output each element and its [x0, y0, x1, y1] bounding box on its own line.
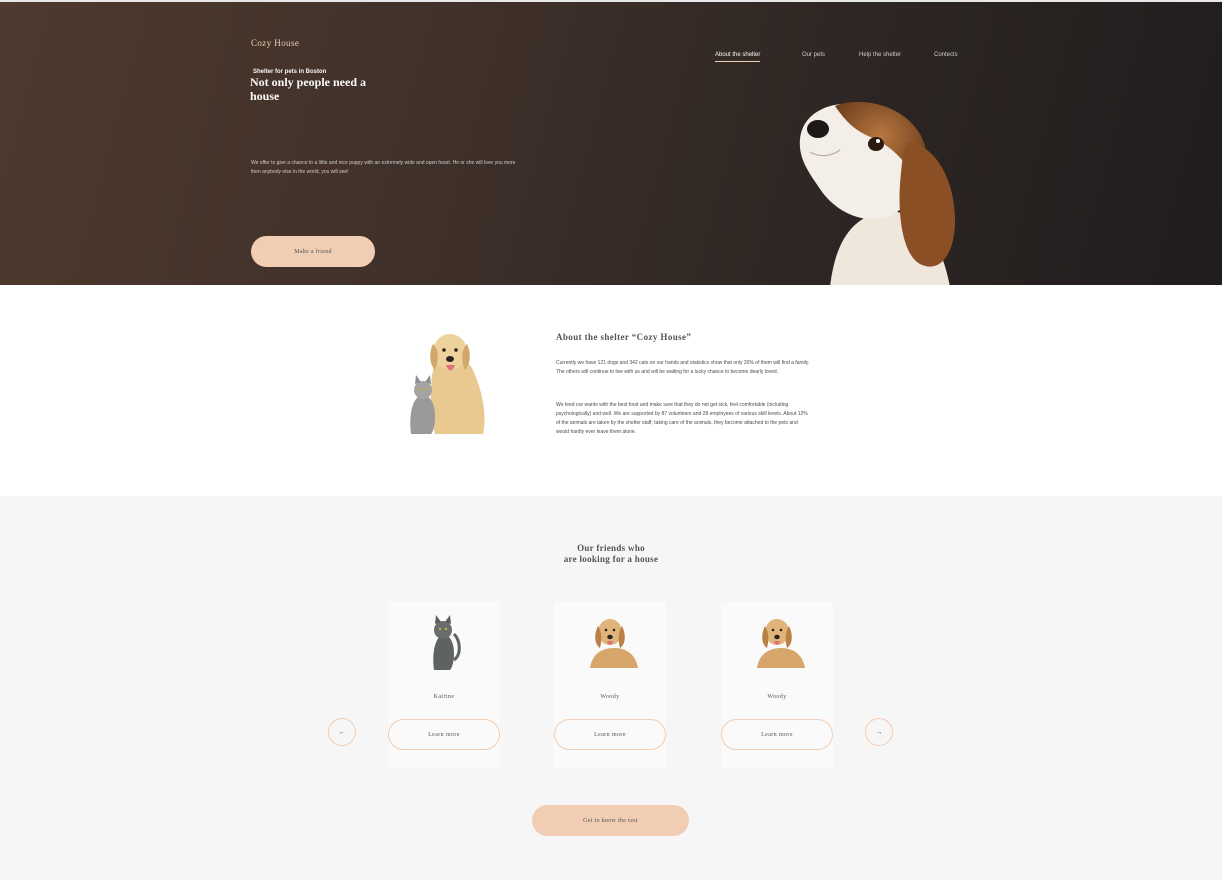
arrow-right-button[interactable]: →: [865, 718, 893, 746]
pet-card[interactable]: Woody Learn more: [554, 602, 666, 768]
make-a-friend-button[interactable]: Make a friend: [251, 236, 375, 267]
nav-about-the-shelter[interactable]: About the shelter: [715, 52, 761, 62]
hero-text: We offer to give a chance to a little an…: [251, 160, 516, 175]
pets-title-line-2: are looking for a house: [563, 554, 659, 564]
pets-title-line-1: Our friends who: [577, 543, 645, 553]
pets-title: Our friends who are looking for a house: [0, 543, 1222, 565]
arrow-left-button[interactable]: ←: [328, 718, 356, 746]
learn-more-button[interactable]: Learn more: [721, 719, 833, 750]
learn-more-button[interactable]: Learn more: [554, 719, 666, 750]
cat-icon: [433, 615, 461, 670]
pet-card[interactable]: Woody Learn more: [721, 602, 833, 768]
hero-section: Cozy House About the shelter Our pets He…: [0, 0, 1222, 285]
pet-name: Katrine: [433, 694, 455, 700]
pets-section: Our friends who are looking for a house …: [0, 496, 1222, 880]
about-paragraph-2: We feed our wards with the best food and…: [556, 402, 808, 435]
get-to-know-the-rest-button[interactable]: Get to know the rest: [532, 805, 689, 836]
dog-icon: [757, 619, 805, 668]
nav-contacts[interactable]: Contects: [934, 52, 958, 58]
puppy-image: [799, 101, 956, 285]
pet-name: Woody: [600, 694, 620, 700]
hero-title: Not only people need a house: [250, 75, 367, 103]
nav-help-the-shelter[interactable]: Help the shelter: [859, 52, 901, 58]
dog-icon: [590, 619, 638, 668]
pet-name: Woody: [767, 694, 787, 700]
pet-card[interactable]: Katrine Learn more: [388, 602, 500, 768]
about-paragraph-1: Currently we have 121 dogs and 342 cats …: [556, 360, 810, 375]
about-title: About the shelter “Cozy House”: [556, 332, 692, 342]
learn-more-button[interactable]: Learn more: [388, 719, 500, 750]
about-section: About the shelter “Cozy House” Currently…: [0, 285, 1222, 496]
dog-and-cat-image: [410, 334, 485, 434]
nav-our-pets[interactable]: Our pets: [802, 52, 825, 58]
logo[interactable]: Cozy House: [251, 38, 299, 48]
